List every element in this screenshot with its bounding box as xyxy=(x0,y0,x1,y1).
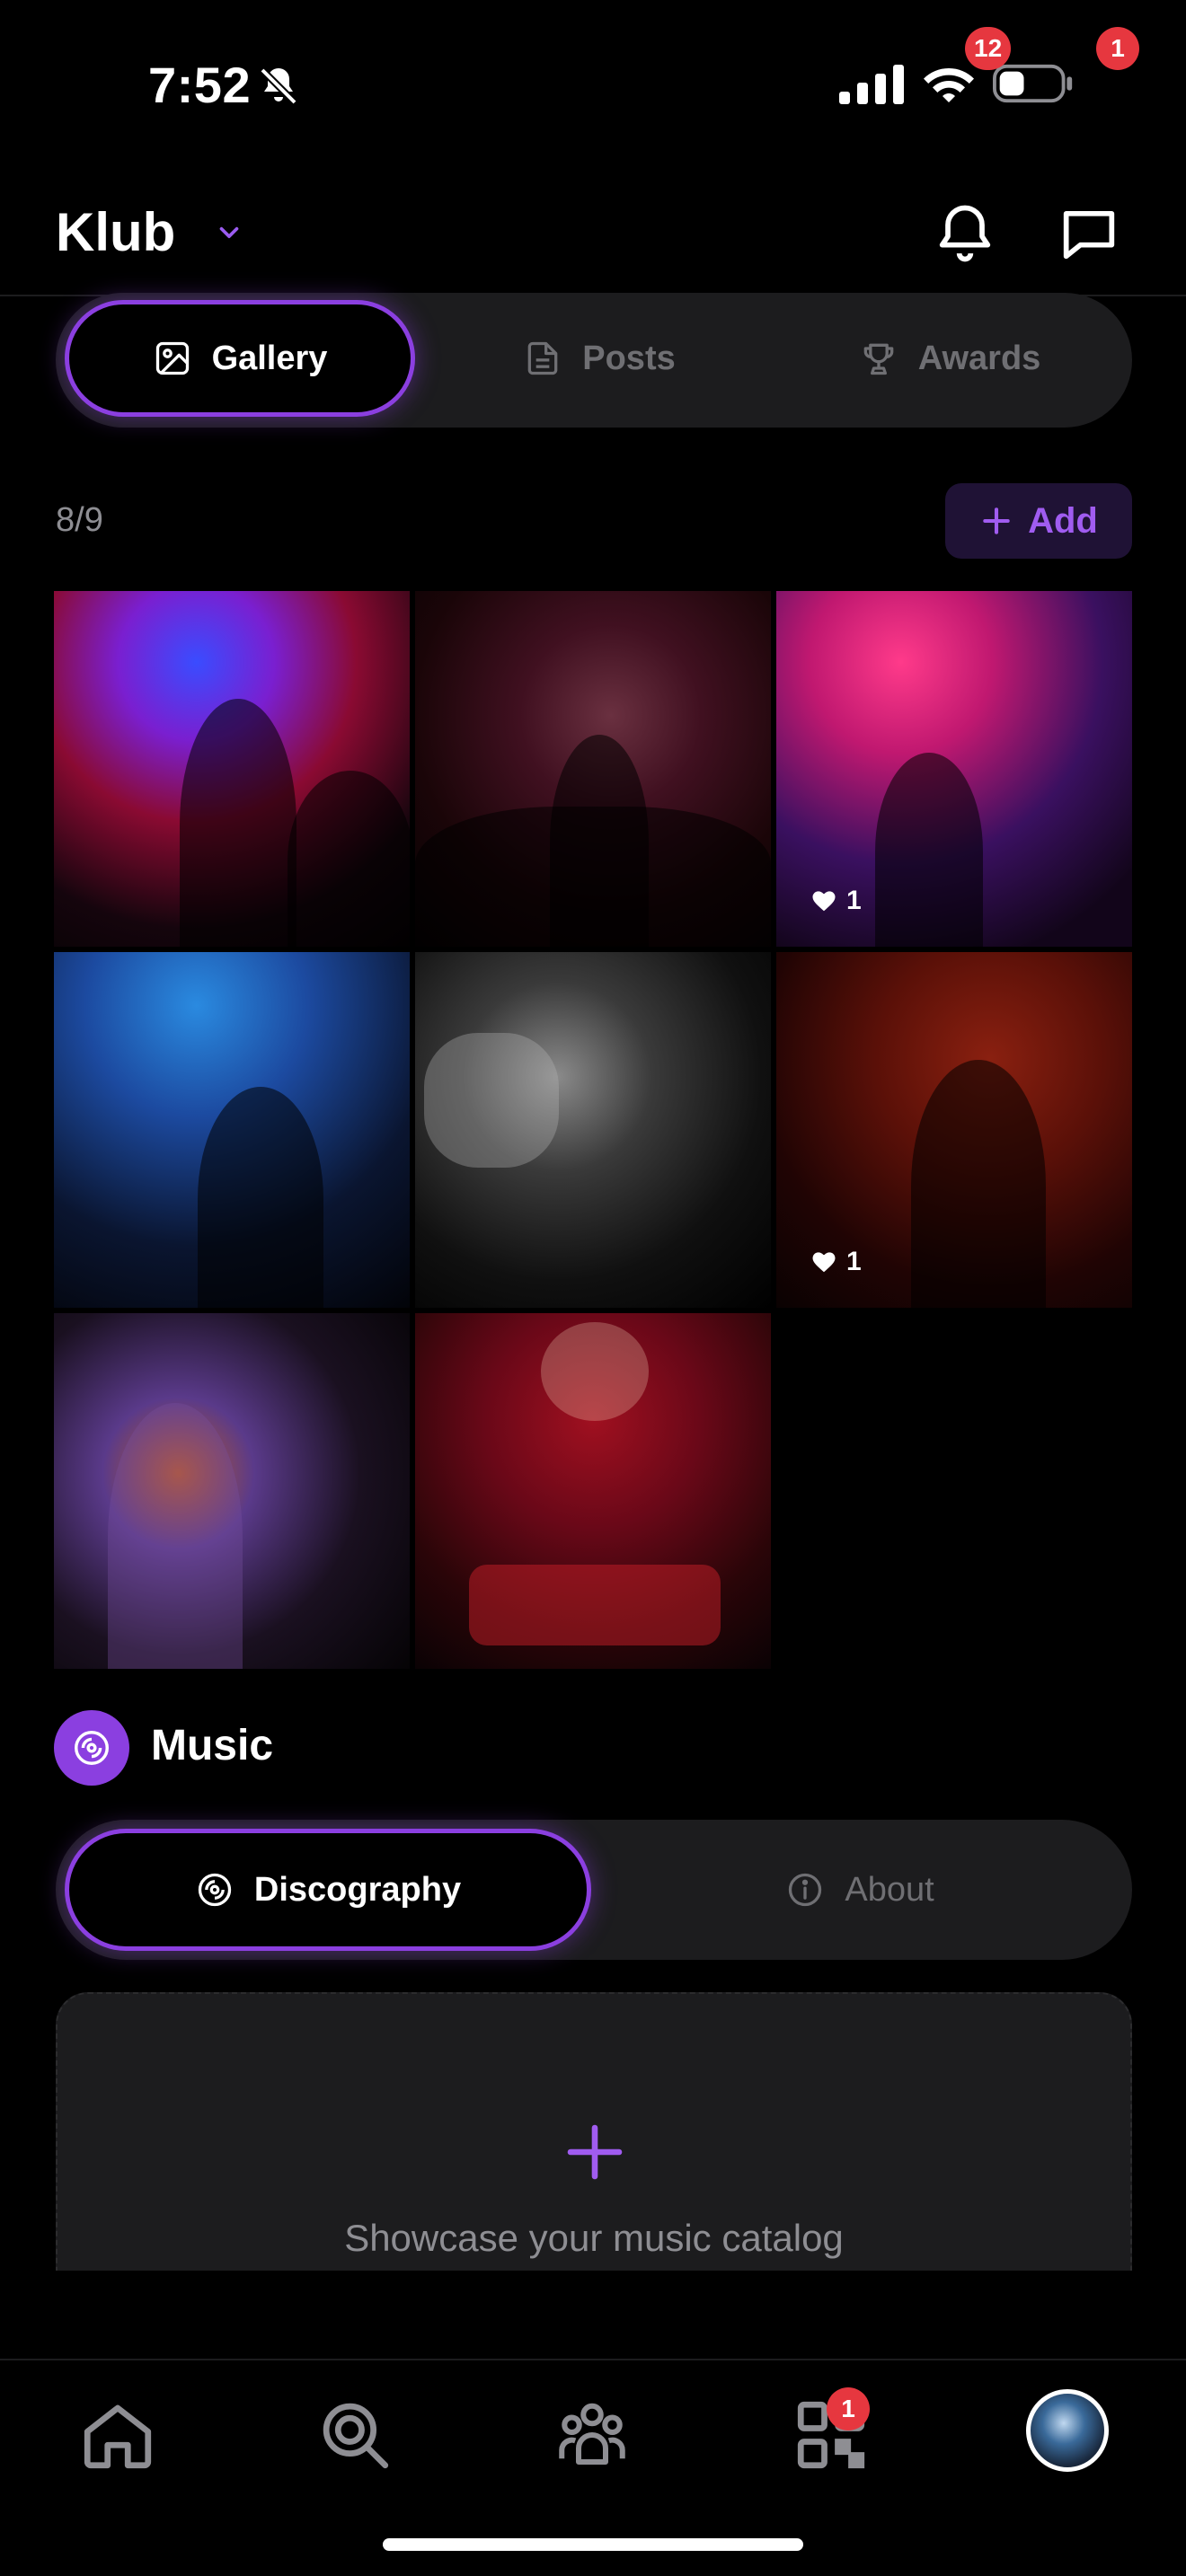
photo-likes-count: 1 xyxy=(846,886,862,915)
gallery-photo[interactable] xyxy=(415,952,771,1308)
music-section-title: Music xyxy=(151,1722,274,1769)
photo-chandelier xyxy=(541,1322,649,1421)
photo-crowd xyxy=(415,807,771,947)
photo-silhouette xyxy=(288,771,410,947)
gallery-count: 8/9 xyxy=(56,501,103,539)
gallery-photo[interactable] xyxy=(54,591,410,947)
brand-title[interactable]: Klub xyxy=(56,201,175,263)
photo-likes: 1 xyxy=(810,1247,862,1277)
music-section-icon xyxy=(54,1710,129,1786)
battery-icon xyxy=(993,64,1073,103)
music-segmented-control: Discography About xyxy=(56,1820,1132,1960)
gallery-photo[interactable] xyxy=(415,591,771,947)
chevron-down-icon[interactable] xyxy=(214,217,244,248)
wifi-icon xyxy=(924,68,974,102)
document-icon xyxy=(527,341,558,375)
tab-discography-label: Discography xyxy=(253,1870,462,1909)
trophy-icon xyxy=(863,343,894,375)
tab-gallery[interactable]: Gallery xyxy=(65,300,415,417)
photo-silhouette xyxy=(875,753,983,947)
photo-silhouette xyxy=(911,1060,1046,1308)
photo-likes-count: 1 xyxy=(846,1247,862,1276)
bell-icon[interactable] xyxy=(931,199,999,268)
vinyl-icon xyxy=(75,1731,109,1765)
vinyl-icon xyxy=(198,1873,232,1907)
add-photo-label: Add xyxy=(1028,500,1098,541)
bell-muted-icon xyxy=(260,67,297,105)
music-catalog-empty-text: Showcase your music catalog xyxy=(344,2217,844,2259)
tab-discography[interactable]: Discography xyxy=(65,1829,591,1951)
plus-icon xyxy=(983,507,1010,534)
photo-silhouette xyxy=(180,699,296,947)
tab-gallery-label: Gallery xyxy=(211,339,328,377)
app-header: Klub xyxy=(0,162,1186,296)
profile-avatar[interactable] xyxy=(1026,2389,1109,2472)
music-catalog-empty-card[interactable]: Showcase your music catalog xyxy=(56,1992,1132,2271)
gallery-photo[interactable] xyxy=(54,1313,410,1669)
image-icon xyxy=(155,341,189,375)
add-photo-button[interactable]: Add xyxy=(945,483,1132,559)
gallery-photo[interactable] xyxy=(54,952,410,1308)
tab-about[interactable]: About xyxy=(595,1829,1125,1951)
tab-posts-label: Posts xyxy=(582,339,676,377)
status-bar: 7:52 xyxy=(0,0,1186,162)
tab-community[interactable] xyxy=(552,2395,633,2475)
photo-sofa xyxy=(469,1565,721,1645)
qr-badge: 1 xyxy=(827,2387,870,2430)
tab-about-label: About xyxy=(845,1870,934,1909)
heart-icon xyxy=(812,1252,836,1273)
tab-awards[interactable]: Awards xyxy=(774,300,1125,417)
message-icon[interactable] xyxy=(1055,199,1123,268)
community-icon xyxy=(559,2403,625,2465)
gallery-photo[interactable]: 1 xyxy=(776,591,1132,947)
gallery-photo[interactable] xyxy=(415,1313,771,1669)
tab-search[interactable] xyxy=(314,2395,395,2475)
tab-home[interactable] xyxy=(77,2395,158,2475)
status-time: 7:52 xyxy=(148,57,252,113)
tab-awards-label: Awards xyxy=(917,339,1041,377)
notification-badge: 12 xyxy=(965,27,1012,70)
photo-hat xyxy=(424,1033,559,1168)
home-icon xyxy=(84,2404,152,2469)
message-badge: 1 xyxy=(1096,27,1139,70)
plus-icon[interactable] xyxy=(562,2120,627,2184)
photo-silhouette xyxy=(198,1087,323,1308)
gallery-photo[interactable]: 1 xyxy=(776,952,1132,1308)
info-icon xyxy=(789,1873,822,1907)
heart-icon xyxy=(812,891,836,912)
home-indicator xyxy=(383,2538,803,2551)
gallery-segmented-control: Gallery Posts Awards xyxy=(56,293,1132,428)
tab-posts[interactable]: Posts xyxy=(424,300,774,417)
signal-icon xyxy=(839,65,904,104)
photo-silhouette xyxy=(108,1403,243,1669)
photo-likes: 1 xyxy=(810,886,862,916)
search-icon xyxy=(323,2403,389,2469)
